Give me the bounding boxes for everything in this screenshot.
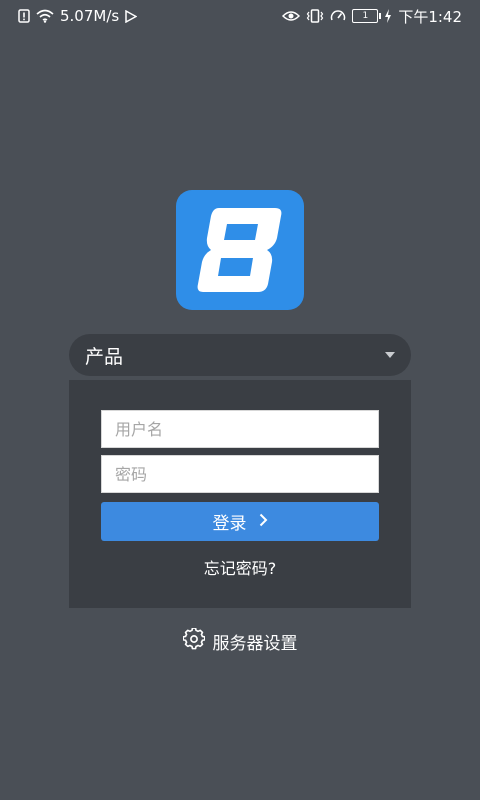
status-bar-left: 5.07M/s <box>0 7 138 25</box>
chevron-down-icon <box>385 352 395 358</box>
password-input[interactable] <box>101 455 379 493</box>
charging-icon <box>384 9 392 23</box>
login-panel: 登录 忘记密码? <box>69 380 411 608</box>
eye-icon <box>282 10 301 22</box>
chevron-right-icon <box>259 512 268 532</box>
alert-icon <box>18 9 30 23</box>
status-bar: 5.07M/s 1 下午1:42 <box>0 0 480 32</box>
status-bar-right: 1 下午1:42 <box>282 6 480 27</box>
speedometer-icon <box>330 9 346 23</box>
network-speed: 5.07M/s <box>60 7 120 25</box>
login-button-label: 登录 <box>212 514 247 534</box>
server-settings-button[interactable]: 服务器设置 <box>0 626 480 655</box>
app-logo <box>176 190 304 310</box>
play-store-icon <box>125 9 138 23</box>
forgot-password-link[interactable]: 忘记密码? <box>69 555 411 579</box>
username-input[interactable] <box>101 410 379 448</box>
vibrate-icon <box>306 9 324 23</box>
wifi-icon <box>36 9 54 23</box>
product-select[interactable]: 产品 <box>69 334 411 376</box>
app-logo-8-icon <box>197 208 282 292</box>
server-settings-label: 服务器设置 <box>212 633 298 654</box>
gear-icon <box>181 626 206 655</box>
login-button[interactable]: 登录 <box>101 502 379 541</box>
battery-icon: 1 <box>352 9 382 23</box>
clock: 下午1:42 <box>398 7 462 26</box>
product-select-value: 产品 <box>85 345 124 368</box>
